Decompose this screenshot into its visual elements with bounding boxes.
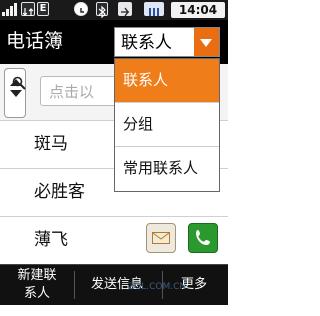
new-contact-label-line2: 系人 xyxy=(23,286,50,301)
arrow-down-icon xyxy=(10,90,22,97)
page-title: 电话簿 xyxy=(6,30,64,52)
search-icon[interactable] xyxy=(12,76,26,90)
bottom-toolbar: 新建联 系人 发送信息 更多 xyxy=(0,264,228,305)
dropdown-button[interactable] xyxy=(194,28,219,56)
phone-icon xyxy=(196,230,210,245)
data-icon xyxy=(21,2,35,16)
envelope-icon xyxy=(152,232,170,244)
category-dropdown: 联系人 分组 常用联系人 xyxy=(114,58,220,192)
contact-name: 薄飞 xyxy=(34,230,68,250)
watermark: ZOL.COM.CN xyxy=(128,282,187,292)
category-select-value: 联系人 xyxy=(121,33,172,53)
dropdown-item-label: 分组 xyxy=(123,115,154,133)
contact-name: 必胜客 xyxy=(34,182,85,202)
search-input[interactable]: 点击以 xyxy=(40,76,120,106)
status-bar: E 14:04 xyxy=(0,0,228,20)
category-select[interactable]: 联系人 xyxy=(114,27,220,57)
clock-time: 14:04 xyxy=(171,2,225,18)
new-contact-label-line1: 新建联 xyxy=(17,268,57,283)
dropdown-item-favorites[interactable]: 常用联系人 xyxy=(115,147,219,191)
dropdown-item-label: 联系人 xyxy=(123,71,169,89)
e-icon: E xyxy=(37,2,49,16)
sim-icon xyxy=(144,2,164,16)
dropdown-item-groups[interactable]: 分组 xyxy=(115,103,219,147)
contact-name: 斑马 xyxy=(34,134,68,154)
new-contact-button[interactable]: 新建联 系人 xyxy=(6,267,68,307)
usb-icon xyxy=(118,2,132,17)
bluetooth-icon xyxy=(96,2,108,19)
contact-row[interactable]: 薄飞 xyxy=(0,216,228,265)
chevron-down-icon xyxy=(200,39,212,47)
message-button[interactable] xyxy=(146,223,176,253)
signal-icon xyxy=(2,2,18,16)
clock-icon xyxy=(74,2,88,16)
toolbar-divider xyxy=(74,271,75,299)
dropdown-item-contacts[interactable]: 联系人 xyxy=(115,59,219,103)
dropdown-item-label: 常用联系人 xyxy=(123,159,199,177)
call-button[interactable] xyxy=(188,223,218,253)
